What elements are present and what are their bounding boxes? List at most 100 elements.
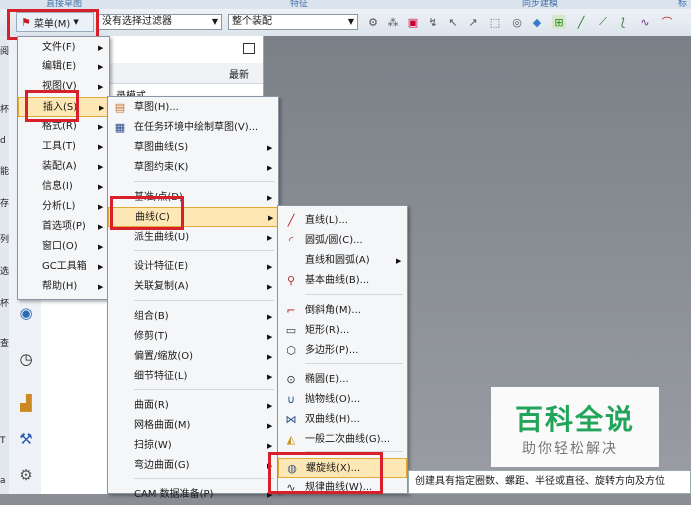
menu-separator — [305, 294, 403, 295]
curve-menu-item[interactable]: ∪ 抛物线(O)... — [278, 390, 407, 410]
insert-menu-item[interactable]: 曲线(C) ▶ — [108, 207, 278, 227]
main-menu-item[interactable]: 插入(S) ▶ — [18, 97, 109, 117]
submenu-arrow-icon: ▶ — [98, 44, 104, 52]
curve-menu-item[interactable]: ⊙ 椭圆(E)... — [278, 370, 407, 390]
filter-select[interactable]: 没有选择过滤器 ▼ — [98, 14, 222, 30]
tab-more[interactable]: 标 — [678, 0, 687, 9]
menu-button-label: 菜单(M) — [33, 18, 71, 30]
maximize-icon[interactable] — [243, 43, 255, 54]
insert-menu-item[interactable]: 网格曲面(M) ▶ — [108, 416, 278, 436]
main-menu-item-label: 帮助(H) — [42, 281, 78, 292]
cube-icon[interactable]: ◆ — [530, 15, 544, 29]
curve-menu-item[interactable]: ⚲ 基本曲线(B)... — [278, 271, 407, 291]
main-menu-item-label: 窗口(O) — [42, 241, 78, 252]
insert-menu-item[interactable]: 基准/点(D) ▶ — [108, 188, 278, 208]
column-latest[interactable]: 最新 — [229, 66, 249, 81]
insert-menu-item[interactable]: 草图曲线(S) ▶ — [108, 138, 278, 158]
main-menu-item[interactable]: 文件(F) ▶ — [18, 38, 109, 58]
curve-menu-item[interactable]: ∿ 规律曲线(W)... — [278, 478, 407, 498]
main-menu-item[interactable]: 分析(L) ▶ — [18, 197, 109, 217]
polygon-icon: ⬡ — [286, 344, 296, 357]
curve-menu-item[interactable]: ⌐ 倒斜角(M)... — [278, 301, 407, 321]
eye-icon[interactable]: ◎ — [510, 15, 524, 29]
tab-direct-sketch[interactable]: 直接草图 — [46, 0, 82, 9]
insert-menu-item-label: 关联复制(A) — [134, 281, 189, 292]
part-icon[interactable]: ◉ — [15, 302, 37, 324]
snap-icon[interactable]: ⚙ — [366, 15, 380, 29]
curve-menu-item[interactable]: ╱ 直线(L)... — [278, 211, 407, 231]
spline-tool-icon[interactable]: ∿ — [638, 15, 652, 29]
conic-icon: ◭ — [286, 433, 296, 446]
insert-menu-item[interactable]: 关联复制(A) ▶ — [108, 277, 278, 297]
edge-char: T — [0, 436, 6, 446]
main-menu-item[interactable]: GC工具箱 ▶ — [18, 257, 109, 277]
insert-menu-item[interactable]: 设计特征(E) ▶ — [108, 257, 278, 277]
main-menu-item[interactable]: 信息(I) ▶ — [18, 177, 109, 197]
edge-char: 杯 — [0, 105, 10, 115]
settings-icon[interactable]: ⚙ — [15, 464, 37, 486]
submenu-arrow-icon: ▶ — [98, 183, 104, 191]
main-menu-item[interactable]: 帮助(H) ▶ — [18, 277, 109, 297]
line-tool-icon[interactable]: ╱ — [574, 15, 588, 29]
insert-menu-item[interactable]: 修剪(T) ▶ — [108, 327, 278, 347]
insert-menu-item-label: 修剪(T) — [134, 331, 168, 342]
edge-char: 查 — [0, 339, 10, 349]
edge-char: 能 — [0, 167, 10, 177]
main-menu-item[interactable]: 窗口(O) ▶ — [18, 237, 109, 257]
palette-icon[interactable]: ▟ — [15, 392, 37, 414]
curve-tool-icon[interactable]: ⟅ — [616, 15, 630, 29]
menu-button[interactable]: ⚑ 菜单(M) ▼ — [16, 12, 94, 32]
main-menu-item[interactable]: 首选项(P) ▶ — [18, 217, 109, 237]
main-menu-item[interactable]: 视图(V) ▶ — [18, 77, 109, 97]
submenu-arrow-icon: ▶ — [267, 283, 273, 291]
curve-menu-item[interactable]: ⬡ 多边形(P)... — [278, 341, 407, 361]
curve-menu-item[interactable]: ▭ 矩形(R)... — [278, 321, 407, 341]
arrow-icon[interactable]: ↯ — [426, 15, 440, 29]
main-menu-item-label: 编辑(E) — [42, 61, 77, 72]
cursor-icon[interactable]: ↗ — [466, 15, 480, 29]
line-tool-icon[interactable]: ⟋ — [596, 15, 610, 29]
tab-sync-modeling[interactable]: 同步建模 — [522, 0, 558, 9]
insert-menu-item[interactable]: 弯边曲面(G) ▶ — [108, 456, 278, 476]
insert-menu-item[interactable]: 偏置/缩放(O) ▶ — [108, 347, 278, 367]
arc-tool-icon[interactable]: ⌒ — [660, 15, 674, 29]
main-menu-item[interactable]: 格式(R) ▶ — [18, 117, 109, 137]
curve-menu-item[interactable]: ◭ 一般二次曲线(G)... — [278, 430, 407, 450]
submenu-arrow-icon: ▶ — [267, 263, 273, 271]
insert-menu-item[interactable]: 派生曲线(U) ▶ — [108, 228, 278, 248]
main-menu-item-label: 装配(A) — [42, 161, 77, 172]
clock-icon[interactable]: ◷ — [15, 348, 37, 370]
selection-box-icon[interactable]: ▣ — [406, 15, 420, 29]
tab-feature[interactable]: 特征 — [290, 0, 308, 9]
insert-menu-item[interactable]: 细节特征(L) ▶ — [108, 367, 278, 387]
main-menu-item-label: 分析(L) — [42, 201, 76, 212]
main-menu-item[interactable]: 装配(A) ▶ — [18, 157, 109, 177]
curve-menu-item-label: 基本曲线(B)... — [305, 275, 370, 286]
insert-submenu: ▤ 草图(H)... ▦ 在任务环境中绘制草图(V)... 草图曲线(S) ▶ 草图约束(K… — [107, 96, 279, 500]
assembly-scope-select[interactable]: 整个装配 ▼ — [228, 14, 358, 30]
main-menu-item[interactable]: 编辑(E) ▶ — [18, 57, 109, 77]
tool-icon[interactable]: ⚒ — [15, 428, 37, 450]
insert-menu-item[interactable]: ▤ 草图(H)... — [108, 98, 278, 118]
insert-menu-item[interactable]: CAM 数据准备(P) ▶ — [108, 485, 278, 505]
submenu-arrow-icon: ▶ — [267, 353, 273, 361]
insert-menu-item[interactable]: 草图约束(K) ▶ — [108, 158, 278, 178]
curve-menu-item[interactable]: ◜ 圆弧/圆(C)... — [278, 231, 407, 251]
main-menu-item[interactable]: 工具(T) ▶ — [18, 137, 109, 157]
insert-menu-item[interactable]: ▦ 在任务环境中绘制草图(V)... — [108, 118, 278, 138]
helix-tooltip: 创建具有指定圈数、螺距、半径或直径、旋转方向及方位 — [408, 470, 691, 494]
curve-menu-item[interactable]: ⋈ 双曲线(H)... — [278, 410, 407, 430]
point-snap-icon[interactable]: ⁂ — [386, 15, 400, 29]
submenu-arrow-icon: ▶ — [98, 123, 104, 131]
grid-icon[interactable]: ⊞ — [552, 15, 566, 29]
cursor-icon[interactable]: ↖ — [446, 15, 460, 29]
curve-menu-item[interactable]: 直线和圆弧(A) ▶ — [278, 251, 407, 271]
submenu-arrow-icon: ▶ — [267, 144, 273, 152]
rectangle-select-icon[interactable]: ⬚ — [488, 15, 502, 29]
insert-menu-item[interactable]: 组合(B) ▶ — [108, 307, 278, 327]
insert-menu-item[interactable]: 曲面(R) ▶ — [108, 396, 278, 416]
submenu-arrow-icon: ▶ — [98, 263, 104, 271]
main-menu: 文件(F) ▶ 编辑(E) ▶ 视图(V) ▶ 插入(S) ▶ 格式(R) ▶ 工具(T) ▶ 装配(A… — [17, 36, 110, 300]
insert-menu-item[interactable]: 扫掠(W) ▶ — [108, 436, 278, 456]
curve-menu-item[interactable]: ◍ 螺旋线(X)... — [278, 458, 407, 478]
